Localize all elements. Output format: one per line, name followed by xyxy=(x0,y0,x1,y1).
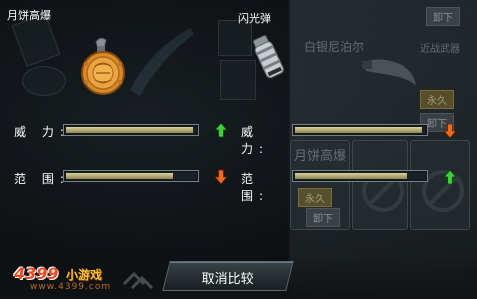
site-logo: 4399 小游戏 www.4399.com xyxy=(4,262,134,292)
cancel-compare-button[interactable]: 取消比较 xyxy=(162,261,294,291)
power-bar-right-fill xyxy=(295,127,422,133)
stat-label-power-right: 威 力: xyxy=(241,125,270,156)
range-bar-right xyxy=(292,170,428,182)
range-bar-left xyxy=(63,170,199,182)
range-bar-right-fill xyxy=(295,173,407,179)
power-bar-left-fill xyxy=(66,127,193,133)
range-bar-left-fill xyxy=(66,173,173,179)
bg-weapon-type: 近战武器 xyxy=(420,44,460,55)
range-down-arrow-icon xyxy=(214,169,228,185)
bg-item-forever-badge: 永久 xyxy=(298,188,332,207)
stat-label-range-left: 范 围: xyxy=(14,172,70,186)
bg-unload-button-top: 卸下 xyxy=(426,7,460,26)
stat-label-range-right: 范 围: xyxy=(241,172,270,203)
power-bar-left xyxy=(63,124,199,136)
logo-brand: 小游戏 xyxy=(66,268,103,282)
mooncake-grenade-icon xyxy=(81,37,125,95)
bg-forever-badge: 永久 xyxy=(420,90,454,109)
flashbang-icon xyxy=(252,35,284,79)
right-item-name: 闪光弹 xyxy=(238,12,271,25)
power-down-arrow-icon xyxy=(443,123,457,139)
compare-window: 月饼高爆 闪光弹 威 力: 威 力: 范 围: 范 围: xyxy=(0,0,290,299)
cancel-compare-label: 取消比较 xyxy=(201,272,254,287)
logo-number: 4399 xyxy=(14,264,59,283)
power-bar-right xyxy=(292,124,428,136)
bg-item-silhouette xyxy=(22,66,66,96)
left-item-name: 月饼高爆 xyxy=(7,9,51,22)
bg-weapon-name: 白银尼泊尔 xyxy=(304,40,365,54)
stat-label-power-left: 威 力: xyxy=(14,125,70,139)
bg-blade-silhouette xyxy=(130,28,194,96)
game-screen: 卸下 白银尼泊尔 近战武器 永久 卸下 月饼高爆 永久 卸下 月饼高爆 闪光弹 xyxy=(0,0,477,299)
range-up-arrow-icon xyxy=(443,169,457,185)
bg-item-unload-button: 卸下 xyxy=(306,208,340,227)
bg-item-name: 月饼高爆 xyxy=(294,149,347,164)
bg-knife-icon xyxy=(362,59,416,85)
power-up-arrow-icon xyxy=(214,122,228,138)
logo-url: www.4399.com xyxy=(30,282,112,292)
